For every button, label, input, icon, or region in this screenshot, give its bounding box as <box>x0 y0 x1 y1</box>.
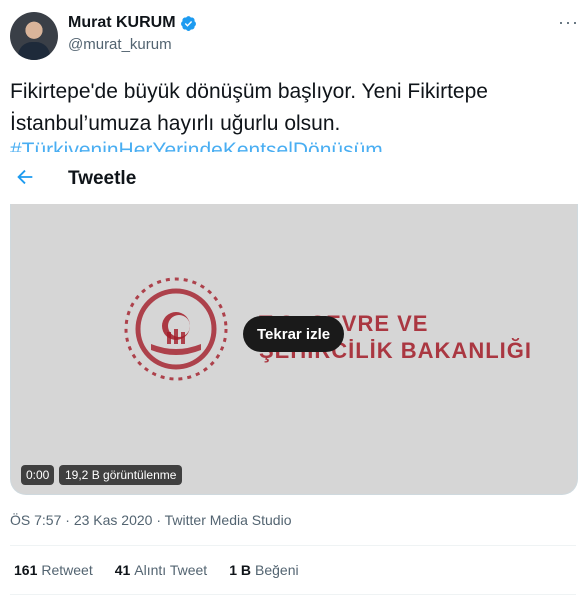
quote-label: Alıntı Tweet <box>134 562 208 578</box>
tweet-meta: ÖS 7:57 · 23 Kas 2020 · Twitter Media St… <box>10 512 292 528</box>
retweet-label: Retweet <box>41 562 93 578</box>
author-name[interactable]: Murat KURUM <box>68 14 176 32</box>
like-label: Beğeni <box>255 562 299 578</box>
view-count-badge: 19,2 B görüntülenme <box>59 465 183 485</box>
video-time: 0:00 <box>21 465 55 485</box>
tweet-source[interactable]: Twitter Media Studio <box>165 512 292 528</box>
like-stat[interactable]: 1 B Beğeni <box>229 562 298 578</box>
sticky-header: Tweetle <box>0 152 587 204</box>
tweet-text-line-2: İstanbul’umuza hayırlı uğurlu olsun. <box>10 112 341 135</box>
more-options-icon[interactable]: ··· <box>558 12 579 33</box>
tweet-time[interactable]: ÖS 7:57 <box>10 512 61 528</box>
divider <box>10 594 576 595</box>
like-count: 1 B <box>229 562 251 578</box>
quote-tweet-stat[interactable]: 41 Alıntı Tweet <box>115 562 207 578</box>
divider <box>10 545 576 546</box>
quote-count: 41 <box>114 562 131 578</box>
meta-separator: · <box>61 512 74 528</box>
retweet-stat[interactable]: 161 Retweet <box>14 562 93 578</box>
tweet-text-line-1: Fikirtepe'de büyük dönüşüm başlıyor. Yen… <box>10 80 488 103</box>
hashtag-clip: #TürkiyeninHerYerindeKentselDönüşüm <box>10 140 570 152</box>
tweet-date[interactable]: 23 Kas 2020 <box>74 512 153 528</box>
retweet-count: 161 <box>14 562 38 578</box>
hashtag-link[interactable]: #TürkiyeninHerYerindeKentselDönüşüm <box>10 140 570 152</box>
replay-button[interactable]: Tekrar izle <box>243 316 345 352</box>
ministry-emblem-icon <box>124 277 228 381</box>
author-name-row[interactable]: Murat KURUM <box>68 14 197 32</box>
page-title: Tweetle <box>68 168 137 189</box>
video-player[interactable]: T.C. ÇEVRE VE ŞEHİRCİLİK BAKANLIĞI Tekra… <box>10 204 578 495</box>
meta-separator: · <box>152 512 165 528</box>
avatar[interactable] <box>10 12 58 60</box>
tweet-text: Fikirtepe'de büyük dönüşüm başlıyor. Yen… <box>10 76 570 140</box>
author-handle[interactable]: @murat_kurum <box>68 36 172 53</box>
verified-badge-icon <box>180 15 196 31</box>
arrow-left-icon[interactable] <box>14 166 36 188</box>
tweet-stats: 161 Retweet 41 Alıntı Tweet 1 B Beğeni <box>14 562 299 578</box>
